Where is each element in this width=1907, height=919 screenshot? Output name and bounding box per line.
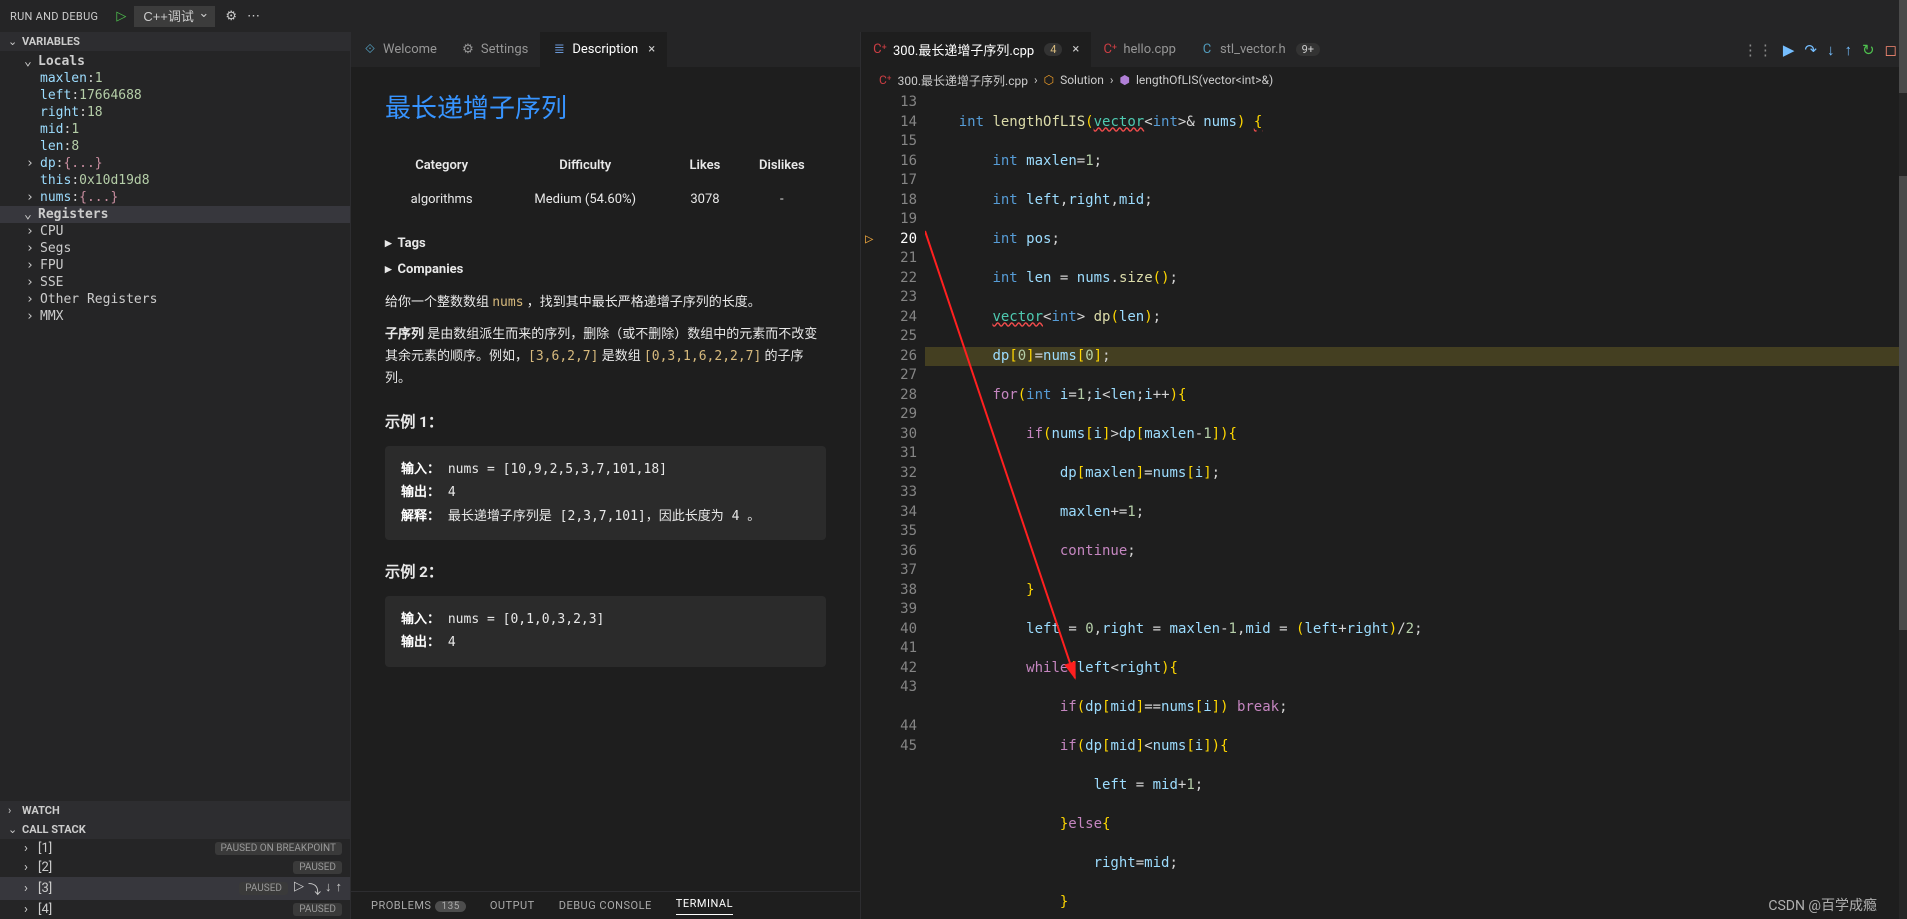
reg-group[interactable]: ›CPU — [0, 223, 350, 240]
start-debug-icon[interactable]: ▷ — [116, 9, 126, 24]
var-row[interactable]: this: 0x10d19d8 — [0, 172, 350, 189]
debug-config-select[interactable]: C++调试 — [134, 6, 215, 27]
stop-icon[interactable]: ◻ — [1885, 41, 1897, 59]
cpp-icon: C⁺ — [879, 73, 892, 87]
code-editor[interactable]: 13141516171819 20 ▷ 21222324252627282930… — [861, 93, 1907, 919]
step-out-icon[interactable]: ↑ — [336, 879, 343, 898]
var-row[interactable]: ›dp: {...} — [0, 155, 350, 172]
step-into-icon[interactable]: ↓ — [325, 879, 332, 898]
reg-group[interactable]: ›Other Registers — [0, 291, 350, 308]
watch-header[interactable]: ›WATCH — [0, 801, 350, 820]
cpp-icon: C⁺ — [873, 43, 887, 57]
tabs-right: C⁺300.最长递增子序列.cpp4× C⁺hello.cpp Cstl_vec… — [861, 32, 1907, 67]
step-over-icon[interactable]: ↷ — [1804, 41, 1817, 59]
bottom-panel-tabs: PROBLEMS135 OUTPUT DEBUG CONSOLE TERMINA… — [351, 891, 860, 919]
debug-toolbar: ⋮⋮ ▶ ↷ ↓ ↑ ↻ ◻ — [1733, 41, 1907, 59]
tab-welcome[interactable]: ⟐Welcome — [351, 32, 449, 67]
problem-text: 给你一个整数数组 nums ，找到其中最长严格递增子序列的长度。 — [385, 292, 826, 314]
example-block: 输入： nums = [10,9,2,5,3,7,101,18] 输出： 4 解… — [385, 446, 826, 540]
tab-terminal[interactable]: TERMINAL — [676, 897, 733, 915]
callstack-row[interactable]: ›[4]PAUSED — [0, 900, 350, 919]
continue-icon[interactable]: ▶ — [1783, 41, 1795, 59]
continue-icon[interactable]: ▷ — [294, 879, 304, 898]
reg-group[interactable]: ›FPU — [0, 257, 350, 274]
close-icon[interactable]: × — [1072, 42, 1079, 57]
instruction-pointer-icon: ▷ — [865, 230, 873, 250]
watermark: CSDN @百学成瘾 — [1768, 895, 1877, 915]
var-row[interactable]: len: 8 — [0, 138, 350, 155]
close-icon[interactable]: × — [648, 42, 655, 57]
example-header: 示例 1： — [385, 410, 826, 436]
problem-text: 子序列 是由数组派生而来的序列，删除（或不删除）数组中的元素而不改变其余元素的顺… — [385, 324, 826, 390]
callstack-row[interactable]: ›[2]PAUSED — [0, 858, 350, 877]
run-debug-title: RUN AND DEBUG — [10, 10, 98, 23]
editor-group-description: ⟐Welcome ⚙Settings ≣Description× 最长递增子序列… — [350, 32, 860, 919]
grip-icon[interactable]: ⋮⋮ — [1743, 41, 1773, 59]
c-icon: C — [1200, 43, 1214, 57]
breadcrumbs[interactable]: C⁺ 300.最长递增子序列.cpp› ⬡Solution› ⬢lengthOf… — [861, 67, 1907, 93]
chevron-right-icon: ▸ — [385, 233, 392, 255]
step-out-icon[interactable]: ↑ — [1844, 41, 1852, 59]
problem-title: 最长递增子序列 — [385, 87, 826, 131]
vscode-icon: ⟐ — [363, 43, 377, 57]
variables-header[interactable]: ⌄VARIABLES — [0, 32, 350, 51]
callstack-header[interactable]: ⌄CALL STACK — [0, 820, 350, 839]
reg-group[interactable]: ›Segs — [0, 240, 350, 257]
tab-settings[interactable]: ⚙Settings — [449, 32, 540, 67]
gear-icon[interactable]: ⚙ — [225, 9, 237, 24]
example-header: 示例 2： — [385, 560, 826, 586]
cpp-icon: C⁺ — [1103, 43, 1117, 57]
var-row[interactable]: ›nums: {...} — [0, 189, 350, 206]
tab-debug-console[interactable]: DEBUG CONSOLE — [559, 899, 652, 912]
step-into-icon[interactable]: ↓ — [1827, 41, 1835, 59]
tab-cpp-main[interactable]: C⁺300.最长递增子序列.cpp4× — [861, 32, 1091, 67]
class-icon: ⬡ — [1044, 73, 1054, 87]
reg-group[interactable]: ›SSE — [0, 274, 350, 291]
callstack-row[interactable]: ›[1]PAUSED ON BREAKPOINT — [0, 839, 350, 858]
chevron-right-icon: ▸ — [385, 259, 392, 281]
problem-meta-table: CategoryDifficultyLikesDislikes algorith… — [385, 149, 826, 217]
scrollbar[interactable] — [1899, 93, 1907, 919]
more-icon[interactable]: ⋯ — [247, 9, 260, 24]
method-icon: ⬢ — [1120, 73, 1130, 87]
restart-icon[interactable]: ↻ — [1862, 41, 1875, 59]
tab-problems[interactable]: PROBLEMS135 — [371, 899, 466, 912]
tab-hello[interactable]: C⁺hello.cpp — [1091, 32, 1188, 67]
description-panel[interactable]: 最长递增子序列 CategoryDifficultyLikesDislikes … — [351, 67, 860, 891]
callstack-row[interactable]: ›[3]PAUSED ▷ ⤵ ↓ ↑ — [0, 877, 350, 900]
reg-group[interactable]: ›MMX — [0, 308, 350, 325]
var-row[interactable]: left: 17664688 — [0, 87, 350, 104]
tabs-left: ⟐Welcome ⚙Settings ≣Description× — [351, 32, 860, 67]
run-and-debug-bar: RUN AND DEBUG ▷ C++调试 ⚙ ⋯ — [0, 0, 1907, 32]
var-row[interactable]: mid: 1 — [0, 121, 350, 138]
registers-header[interactable]: ⌄Registers — [0, 206, 350, 223]
var-row[interactable]: maxlen: 1 — [0, 70, 350, 87]
code-content[interactable]: int lengthOfLIS(vector<int>& nums) { int… — [925, 93, 1907, 919]
debug-sidebar: ⌄VARIABLES ⌄Locals maxlen: 1 left: 17664… — [0, 32, 350, 919]
gutter[interactable]: 13141516171819 20 ▷ 21222324252627282930… — [861, 93, 925, 919]
list-icon: ≣ — [552, 43, 566, 57]
tab-stl-vector[interactable]: Cstl_vector.h9+ — [1188, 32, 1332, 67]
editor-group-code: C⁺300.最长递增子序列.cpp4× C⁺hello.cpp Cstl_vec… — [860, 32, 1907, 919]
var-row[interactable]: right: 18 — [0, 104, 350, 121]
step-over-icon[interactable]: ⤵ — [308, 879, 321, 898]
companies-collapsible[interactable]: ▸Companies — [385, 259, 826, 281]
tags-collapsible[interactable]: ▸Tags — [385, 233, 826, 255]
example-block: 输入： nums = [0,1,0,3,2,3] 输出： 4 — [385, 596, 826, 667]
gear-icon: ⚙ — [461, 43, 475, 57]
locals-header[interactable]: ⌄Locals — [0, 53, 350, 70]
tab-output[interactable]: OUTPUT — [490, 899, 535, 912]
tab-description[interactable]: ≣Description× — [540, 32, 667, 67]
